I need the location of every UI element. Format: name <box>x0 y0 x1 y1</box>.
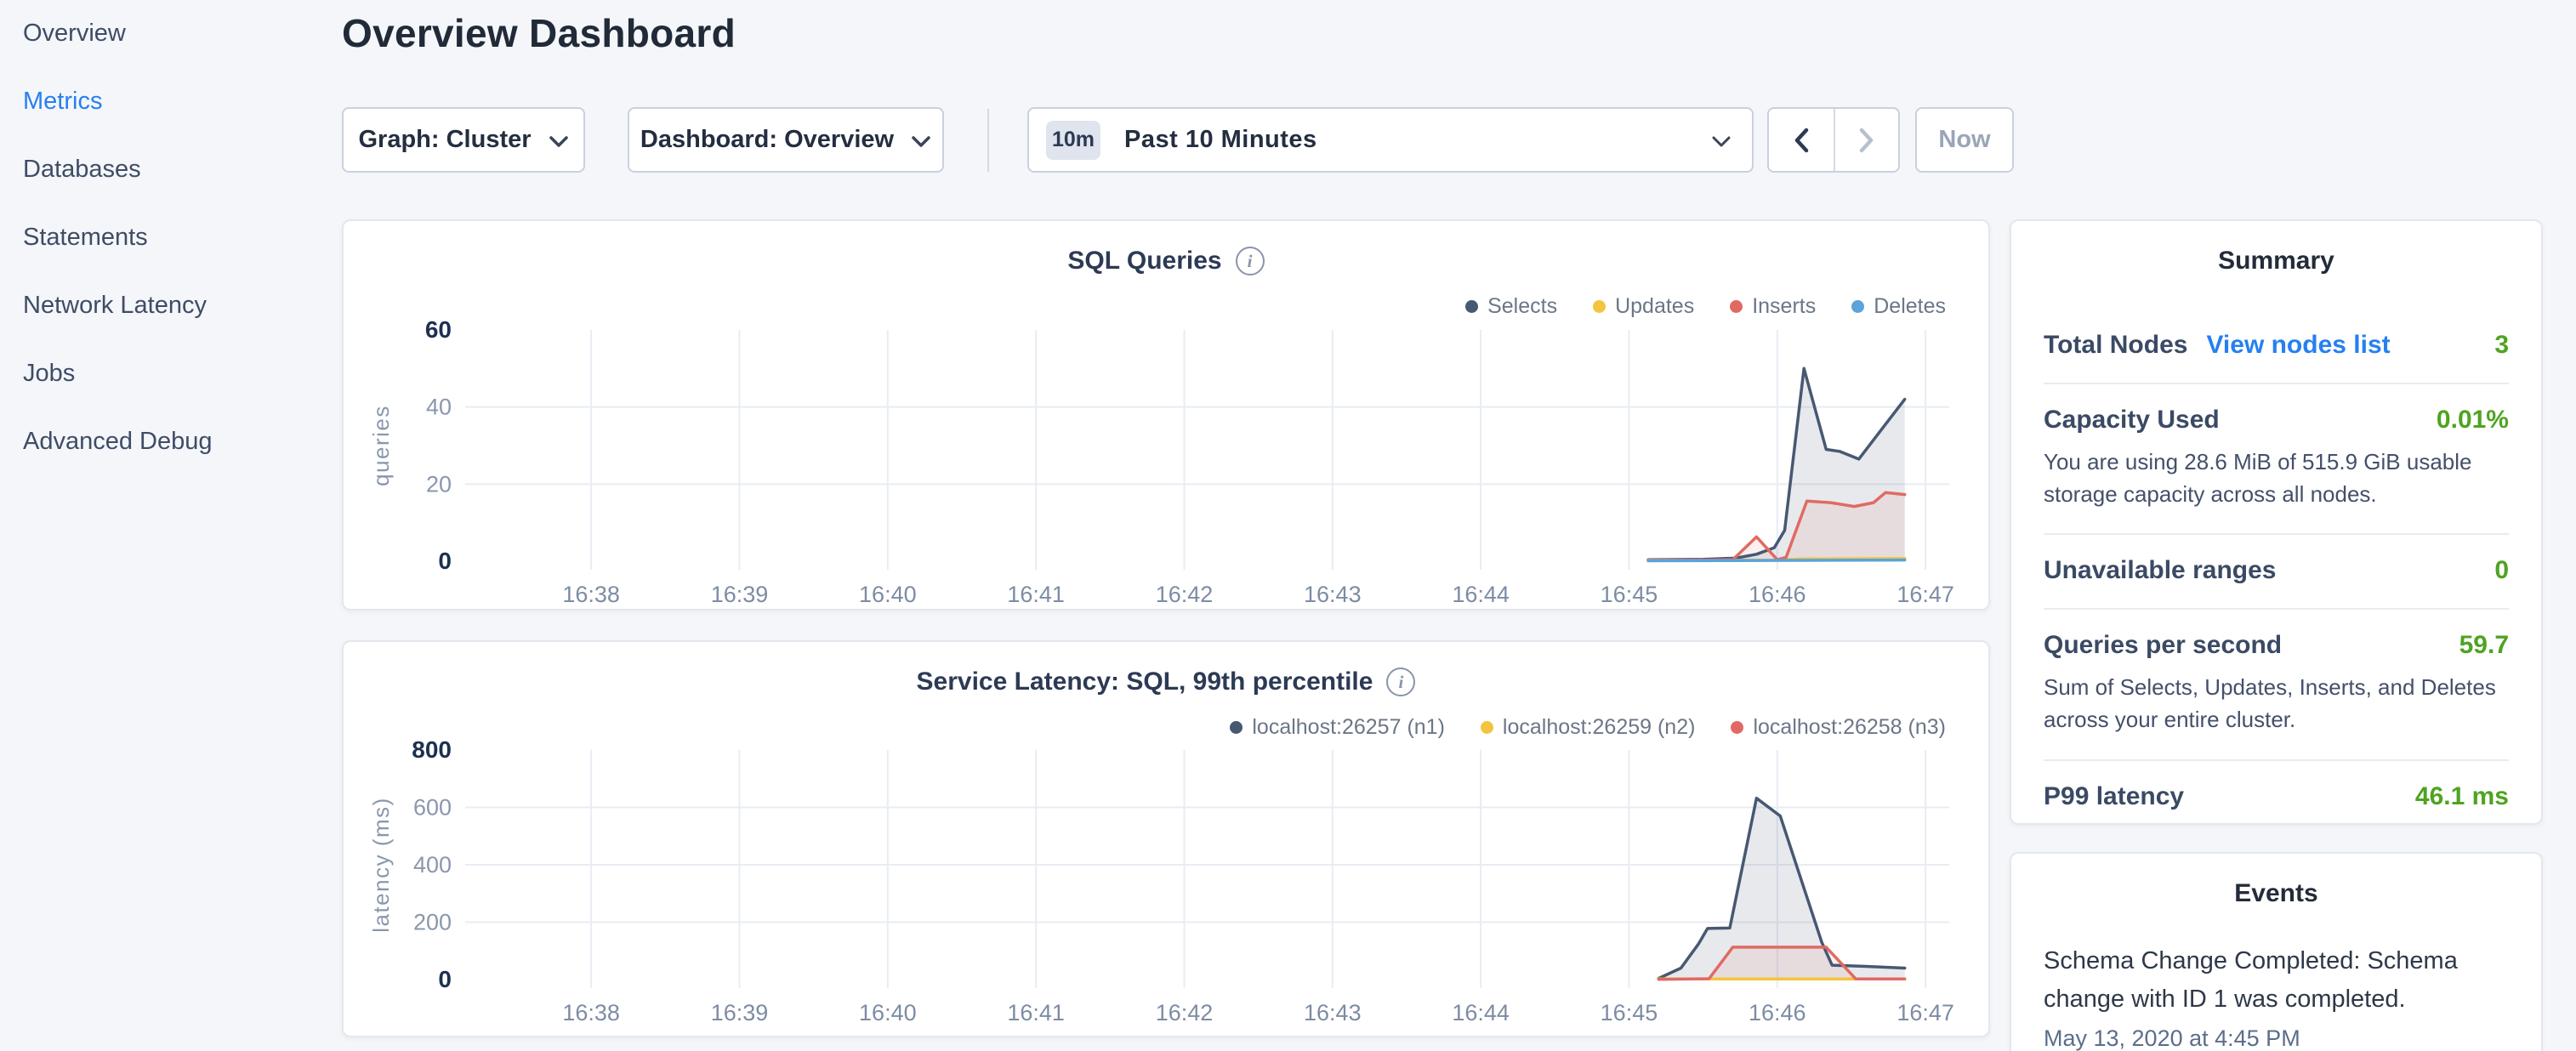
sql-queries-chart: 16:38 16:39 16:40 16:41 16:42 16:43 16:44 16:45… <box>344 221 1988 609</box>
svg-text:40: 40 <box>426 395 452 420</box>
summary-row: Total Nodes View nodes list 3 <box>2044 310 2509 384</box>
page-title: Overview Dashboard <box>342 10 736 56</box>
summary-row-value: 0 <box>2494 556 2509 585</box>
chevron-down-icon <box>549 135 569 149</box>
svg-text:16:46: 16:46 <box>1749 582 1806 607</box>
svg-text:16:40: 16:40 <box>859 1000 917 1025</box>
chevron-left-icon <box>1792 127 1811 154</box>
summary-row-label: P99 latency <box>2044 782 2184 811</box>
chevron-down-icon <box>1711 135 1732 149</box>
svg-text:16:44: 16:44 <box>1452 582 1510 607</box>
summary-row-main: Queries per second 59.7 <box>2044 631 2509 660</box>
graph-dropdown-label: Graph: Cluster <box>358 126 531 154</box>
event-item: Schema Change Completed: Schema change w… <box>2044 942 2509 1051</box>
view-nodes-list-link[interactable]: View nodes list <box>2206 331 2390 360</box>
events-panel: Events Schema Change Completed: Schema c… <box>2010 852 2543 1051</box>
svg-text:0: 0 <box>438 548 452 574</box>
svg-text:16:42: 16:42 <box>1156 582 1214 607</box>
summary-row-subtext: You are using 28.6 MiB of 515.9 GiB usab… <box>2044 446 2509 510</box>
svg-text:16:40: 16:40 <box>859 582 917 607</box>
summary-row-label: Queries per second <box>2044 631 2282 660</box>
sidebar-item-overview[interactable]: Overview <box>0 15 340 51</box>
summary-row: Unavailable ranges 0 <box>2044 535 2509 610</box>
summary-row-value: 46.1 ms <box>2415 782 2509 811</box>
summary-row: Capacity Used 0.01% You are using 28.6 MiB… <box>2044 384 2509 535</box>
sql-queries-chart-card: SQL Queries i SelectsUpdatesInsertsDelet… <box>342 219 1990 611</box>
sidebar-item-metrics[interactable]: Metrics <box>0 83 340 119</box>
summary-row: P99 latency 46.1 ms <box>2044 761 2509 834</box>
summary-row-value: 0.01% <box>2437 406 2509 435</box>
svg-text:16:43: 16:43 <box>1304 1000 1362 1025</box>
svg-text:latency (ms): latency (ms) <box>368 797 394 933</box>
summary-row-main: Unavailable ranges 0 <box>2044 556 2509 585</box>
step-forward-button[interactable] <box>1834 109 1898 171</box>
svg-text:0: 0 <box>438 966 452 992</box>
svg-text:16:47: 16:47 <box>1896 582 1954 607</box>
svg-text:16:42: 16:42 <box>1156 1000 1214 1025</box>
svg-text:16:46: 16:46 <box>1749 1000 1806 1025</box>
svg-text:16:38: 16:38 <box>562 582 620 607</box>
svg-text:queries: queries <box>368 405 394 486</box>
summary-row-value: 3 <box>2494 331 2509 360</box>
svg-text:600: 600 <box>413 795 452 821</box>
service-latency-chart-card: Service Latency: SQL, 99th percentile i … <box>342 640 1990 1037</box>
svg-text:16:39: 16:39 <box>711 1000 769 1025</box>
svg-text:16:38: 16:38 <box>562 1000 620 1025</box>
time-preset-badge: 10m <box>1046 121 1100 160</box>
event-timestamp: May 13, 2020 at 4:45 PM <box>2044 1025 2509 1051</box>
dashboard-dropdown[interactable]: Dashboard: Overview <box>628 107 944 173</box>
summary-row-subtext: Sum of Selects, Updates, Inserts, and De… <box>2044 672 2509 736</box>
summary-row-label: Capacity Used <box>2044 406 2220 435</box>
summary-row-main: Total Nodes View nodes list 3 <box>2044 331 2509 360</box>
svg-text:16:41: 16:41 <box>1007 582 1065 607</box>
svg-text:20: 20 <box>426 471 452 497</box>
sidebar-item-advanced-debug[interactable]: Advanced Debug <box>0 423 340 459</box>
summary-row-value: 59.7 <box>2459 631 2509 660</box>
svg-text:16:47: 16:47 <box>1896 1000 1954 1025</box>
svg-text:200: 200 <box>413 910 452 935</box>
summary-row-label: Unavailable ranges <box>2044 556 2276 585</box>
summary-row-label: Total Nodes <box>2044 331 2187 360</box>
svg-text:16:45: 16:45 <box>1601 1000 1658 1025</box>
svg-text:400: 400 <box>413 852 452 878</box>
summary-row: Queries per second 59.7 Sum of Selects, Up… <box>2044 610 2509 760</box>
time-range-label: Past 10 Minutes <box>1124 126 1694 154</box>
summary-row-main: Capacity Used 0.01% <box>2044 406 2509 435</box>
dashboard-dropdown-label: Dashboard: Overview <box>640 126 894 154</box>
time-range-dropdown[interactable]: 10m Past 10 Minutes <box>1027 107 1754 173</box>
sidebar-item-statements[interactable]: Statements <box>0 219 340 255</box>
service-latency-chart: 16:38 16:39 16:40 16:41 16:42 16:43 16:44 16:45… <box>344 642 1988 1036</box>
chevron-right-icon <box>1857 127 1876 154</box>
svg-text:16:43: 16:43 <box>1304 582 1362 607</box>
svg-text:60: 60 <box>425 316 452 343</box>
sidebar-item-network-latency[interactable]: Network Latency <box>0 287 340 323</box>
now-button[interactable]: Now <box>1915 107 2014 173</box>
step-back-button[interactable] <box>1769 109 1834 171</box>
svg-text:16:39: 16:39 <box>711 582 769 607</box>
controls-divider <box>987 109 989 172</box>
chevron-down-icon <box>911 135 931 149</box>
svg-text:16:45: 16:45 <box>1601 582 1658 607</box>
svg-text:16:44: 16:44 <box>1452 1000 1510 1025</box>
summary-panel: Summary Total Nodes View nodes list 3 Capac… <box>2010 219 2543 825</box>
graph-dropdown[interactable]: Graph: Cluster <box>342 107 585 173</box>
time-range-step-group <box>1767 107 1900 173</box>
sidebar: Overview Metrics Databases Statements Networ… <box>0 15 340 491</box>
event-text: Schema Change Completed: Schema change w… <box>2044 942 2509 1019</box>
svg-text:16:41: 16:41 <box>1007 1000 1065 1025</box>
events-title: Events <box>2044 879 2509 908</box>
sidebar-item-databases[interactable]: Databases <box>0 151 340 187</box>
svg-text:800: 800 <box>412 736 452 763</box>
summary-title: Summary <box>2044 247 2509 276</box>
summary-row-main: P99 latency 46.1 ms <box>2044 782 2509 811</box>
sidebar-item-jobs[interactable]: Jobs <box>0 355 340 391</box>
